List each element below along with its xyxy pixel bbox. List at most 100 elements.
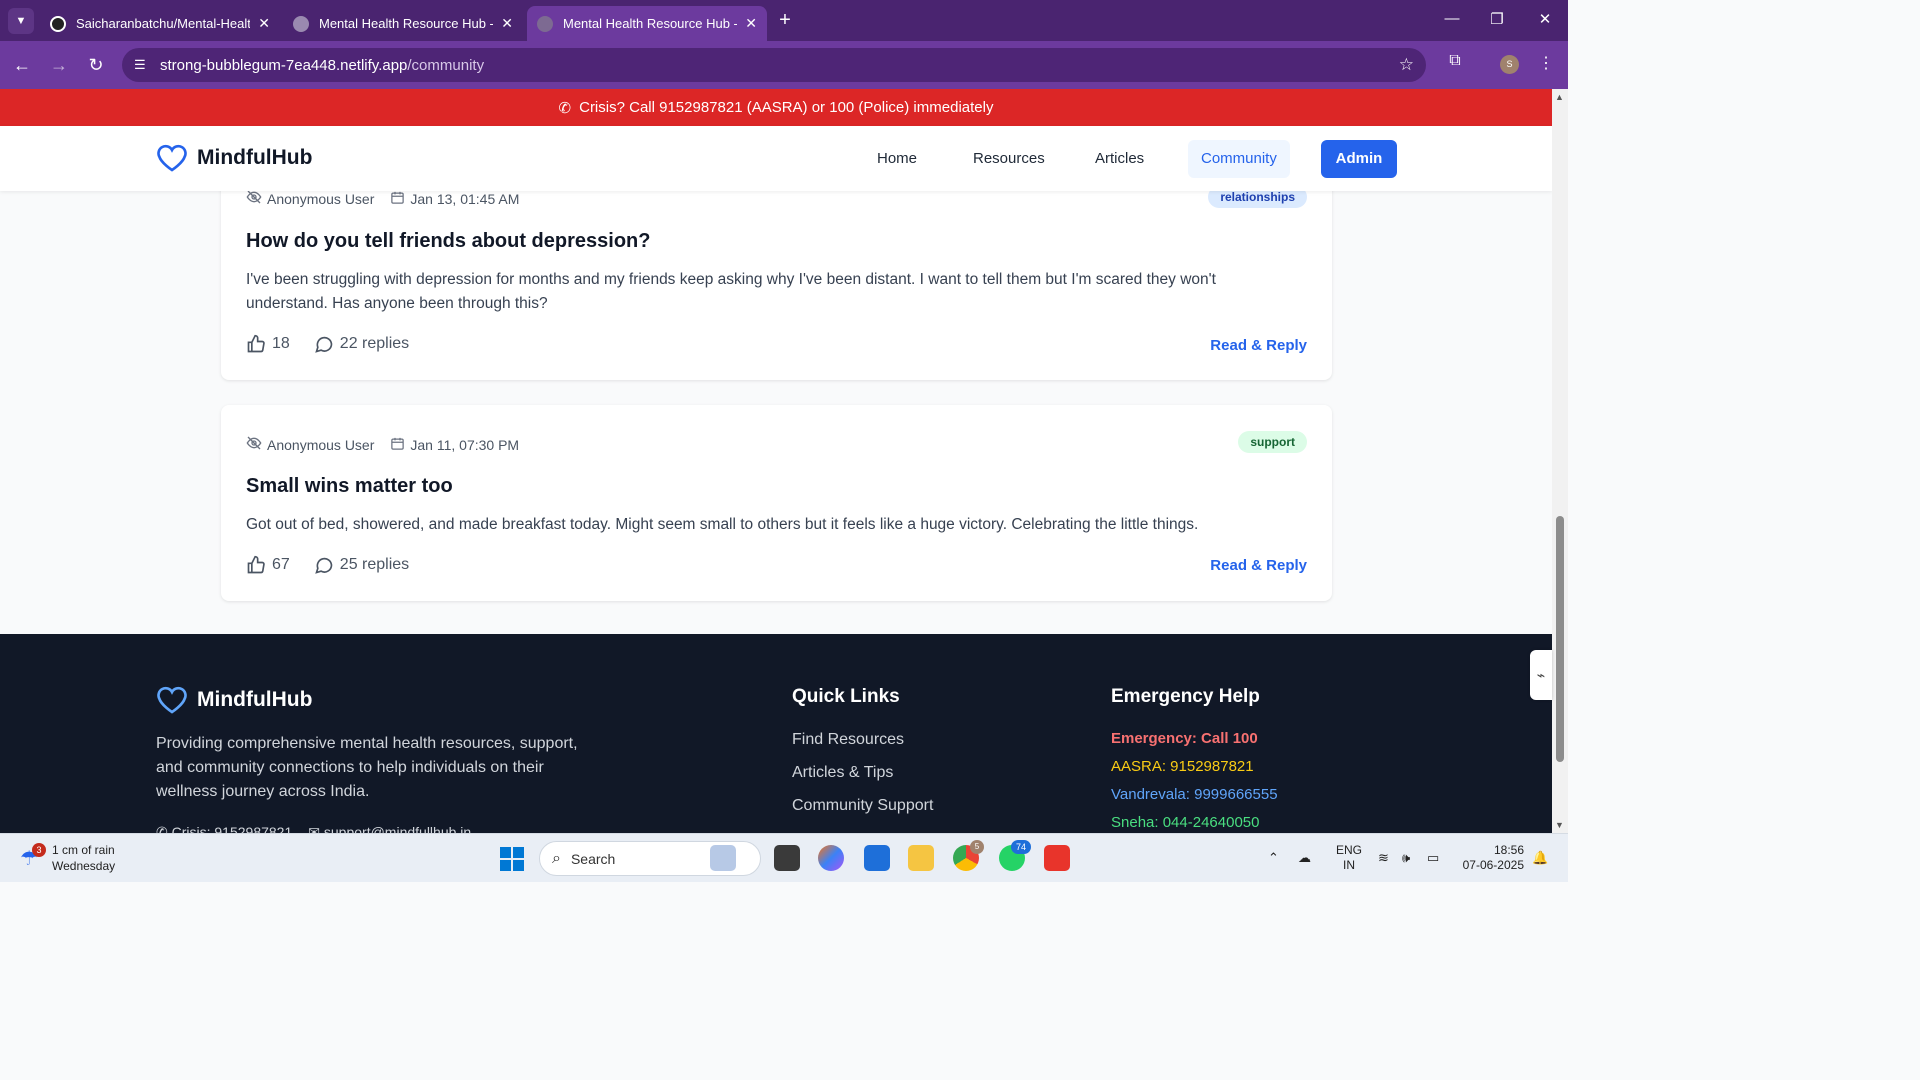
forward-button[interactable]: →	[47, 53, 71, 77]
onedrive-cloud-icon[interactable]: ☁	[1298, 850, 1311, 866]
show-hidden-icons-chevron-icon[interactable]: ⌃	[1268, 850, 1279, 866]
admin-button[interactable]: Admin	[1321, 140, 1397, 178]
github-icon	[50, 15, 66, 32]
close-tab-icon[interactable]: ✕	[258, 15, 270, 32]
emergency-line-vandrevala[interactable]: Vandrevala: 9999666555	[1111, 786, 1278, 803]
scroll-down-arrow-icon[interactable]: ▼	[1555, 820, 1564, 830]
footer-link-articles[interactable]: Articles & Tips	[792, 764, 893, 782]
nav-community[interactable]: Community	[1188, 140, 1290, 178]
scrollbar-thumb[interactable]	[1556, 516, 1564, 762]
minimize-button[interactable]: —	[1437, 10, 1467, 27]
replies-button[interactable]: 25 replies	[314, 555, 409, 575]
reply-count: 22 replies	[339, 335, 410, 352]
browser-toolbar: ← → ↻ ☰ strong-bubblegum-7ea448.netlify.…	[0, 41, 1568, 89]
like-count: 67	[272, 556, 290, 573]
comment-icon	[315, 336, 333, 353]
like-count: 18	[272, 335, 290, 352]
phone-icon: ✆	[558, 99, 572, 117]
replies-button[interactable]: 22 replies	[314, 334, 409, 354]
eye-off-icon	[246, 435, 262, 454]
browser-tab[interactable]: Mental Health Resource Hub - S ✕	[283, 6, 523, 41]
copilot-icon[interactable]	[818, 845, 844, 871]
notifications-bell-icon[interactable]: 🔔	[1532, 850, 1548, 866]
volume-icon[interactable]: 🕪	[1402, 850, 1410, 866]
footer-link-find-resources[interactable]: Find Resources	[792, 731, 904, 749]
phone-icon: ✆	[156, 824, 172, 833]
profile-avatar[interactable]: S	[1500, 55, 1519, 74]
whatsapp-badge: 74	[1011, 840, 1031, 854]
emergency-help-heading: Emergency Help	[1111, 686, 1260, 707]
weather-summary: 1 cm of rain	[52, 843, 115, 857]
read-reply-link[interactable]: Read & Reply	[1210, 337, 1307, 354]
like-button[interactable]: 67	[246, 555, 290, 575]
crisis-banner[interactable]: ✆ Crisis? Call 9152987821 (AASRA) or 100…	[0, 89, 1552, 126]
wifi-icon[interactable]: ≋	[1378, 850, 1389, 866]
quick-links-heading: Quick Links	[792, 686, 900, 707]
bookmark-star-icon[interactable]: ☆	[1399, 55, 1414, 75]
emergency-line-sneha[interactable]: Sneha: 044-24640050	[1111, 814, 1259, 831]
nav-resources[interactable]: Resources	[960, 140, 1058, 178]
emergency-line-police[interactable]: Emergency: Call 100	[1111, 730, 1258, 747]
file-explorer-icon[interactable]	[908, 845, 934, 871]
post-date: Jan 13, 01:45 AM	[410, 190, 520, 207]
close-tab-icon[interactable]: ✕	[745, 15, 757, 32]
url-host: strong-bubblegum-7ea448.netlify.app	[160, 56, 408, 74]
post-body: I've been struggling with depression for…	[246, 271, 1216, 312]
footer-link-community[interactable]: Community Support	[792, 797, 933, 815]
nav-home[interactable]: Home	[864, 140, 930, 178]
extensions-icon[interactable]: ⧉	[1444, 52, 1466, 70]
brand-logo[interactable]: MindfulHub	[156, 143, 312, 173]
calendar-icon	[390, 190, 405, 208]
like-button[interactable]: 18	[246, 334, 290, 354]
scroll-up-arrow-icon[interactable]: ▲	[1555, 92, 1564, 102]
comment-icon	[315, 557, 333, 574]
weather-widget[interactable]: ☂ 3 1 cm of rain Wednesday	[20, 842, 115, 874]
post-title[interactable]: Small wins matter too	[246, 475, 453, 498]
site-info-icon[interactable]: ☰	[134, 57, 158, 73]
footer-email-contact[interactable]: ✉ support@mindfullhub.in	[308, 824, 471, 833]
microsoft-store-icon[interactable]	[864, 845, 890, 871]
battery-icon[interactable]: ▭	[1427, 850, 1439, 866]
calendar-icon	[390, 436, 405, 454]
browser-tab[interactable]: Saicharanbatchu/Mental-Health ✕	[40, 6, 280, 41]
globe-icon	[537, 15, 553, 32]
reload-button[interactable]: ↻	[84, 53, 108, 77]
side-panel-toggle[interactable]: ⌁	[1530, 650, 1552, 700]
reply-count: 25 replies	[339, 556, 410, 573]
task-view-icon[interactable]	[774, 845, 800, 871]
nav-articles[interactable]: Articles	[1082, 140, 1157, 178]
restore-button[interactable]: ❐	[1482, 10, 1512, 28]
footer-description: Providing comprehensive mental health re…	[156, 735, 578, 800]
browser-tab-active[interactable]: Mental Health Resource Hub - S ✕	[527, 6, 767, 41]
page-scrollbar[interactable]: ▲ ▼	[1552, 89, 1568, 833]
rain-umbrella-icon: ☂ 3	[20, 843, 46, 870]
read-reply-link[interactable]: Read & Reply	[1210, 557, 1307, 574]
system-clock[interactable]: 18:56 07-06-2025	[1460, 843, 1524, 873]
footer-brand[interactable]: MindfulHub	[156, 685, 312, 715]
footer-crisis-contact[interactable]: ✆ Crisis: 9152987821	[156, 824, 292, 833]
post-tag: support	[1238, 431, 1307, 453]
heart-logo-icon	[157, 686, 187, 714]
new-tab-button[interactable]: +	[772, 8, 798, 34]
post-body: Got out of bed, showered, and made break…	[246, 516, 1199, 533]
address-bar[interactable]: ☰ strong-bubblegum-7ea448.netlify.app/co…	[122, 48, 1426, 82]
browser-tab-bar: ▼ Saicharanbatchu/Mental-Health ✕ Mental…	[0, 0, 1568, 41]
site-footer: MindfulHub Providing comprehensive menta…	[0, 634, 1552, 833]
back-button[interactable]: ←	[10, 53, 34, 77]
post-title[interactable]: How do you tell friends about depression…	[246, 230, 650, 253]
search-highlight-icon[interactable]	[710, 845, 736, 871]
post-date: Jan 11, 07:30 PM	[410, 436, 520, 453]
chrome-profile-badge: 5	[970, 840, 984, 854]
close-window-button[interactable]: ✕	[1530, 10, 1560, 28]
input-language[interactable]: ENG IN	[1336, 843, 1362, 873]
post-author: Anonymous User	[267, 436, 375, 453]
heart-logo-icon	[157, 144, 187, 172]
close-tab-icon[interactable]: ✕	[501, 15, 513, 32]
tab-search-button[interactable]: ▼	[8, 8, 34, 34]
windows-start-icon[interactable]	[500, 847, 524, 871]
windows-taskbar: ☂ 3 1 cm of rain Wednesday ⌕ Search 5 74 …	[0, 833, 1568, 882]
pdf-app-icon[interactable]	[1044, 845, 1070, 871]
site-header: MindfulHub Home Resources Articles Commu…	[0, 126, 1552, 191]
browser-menu-icon[interactable]: ⋮	[1538, 53, 1554, 73]
emergency-line-aasra[interactable]: AASRA: 9152987821	[1111, 758, 1254, 775]
